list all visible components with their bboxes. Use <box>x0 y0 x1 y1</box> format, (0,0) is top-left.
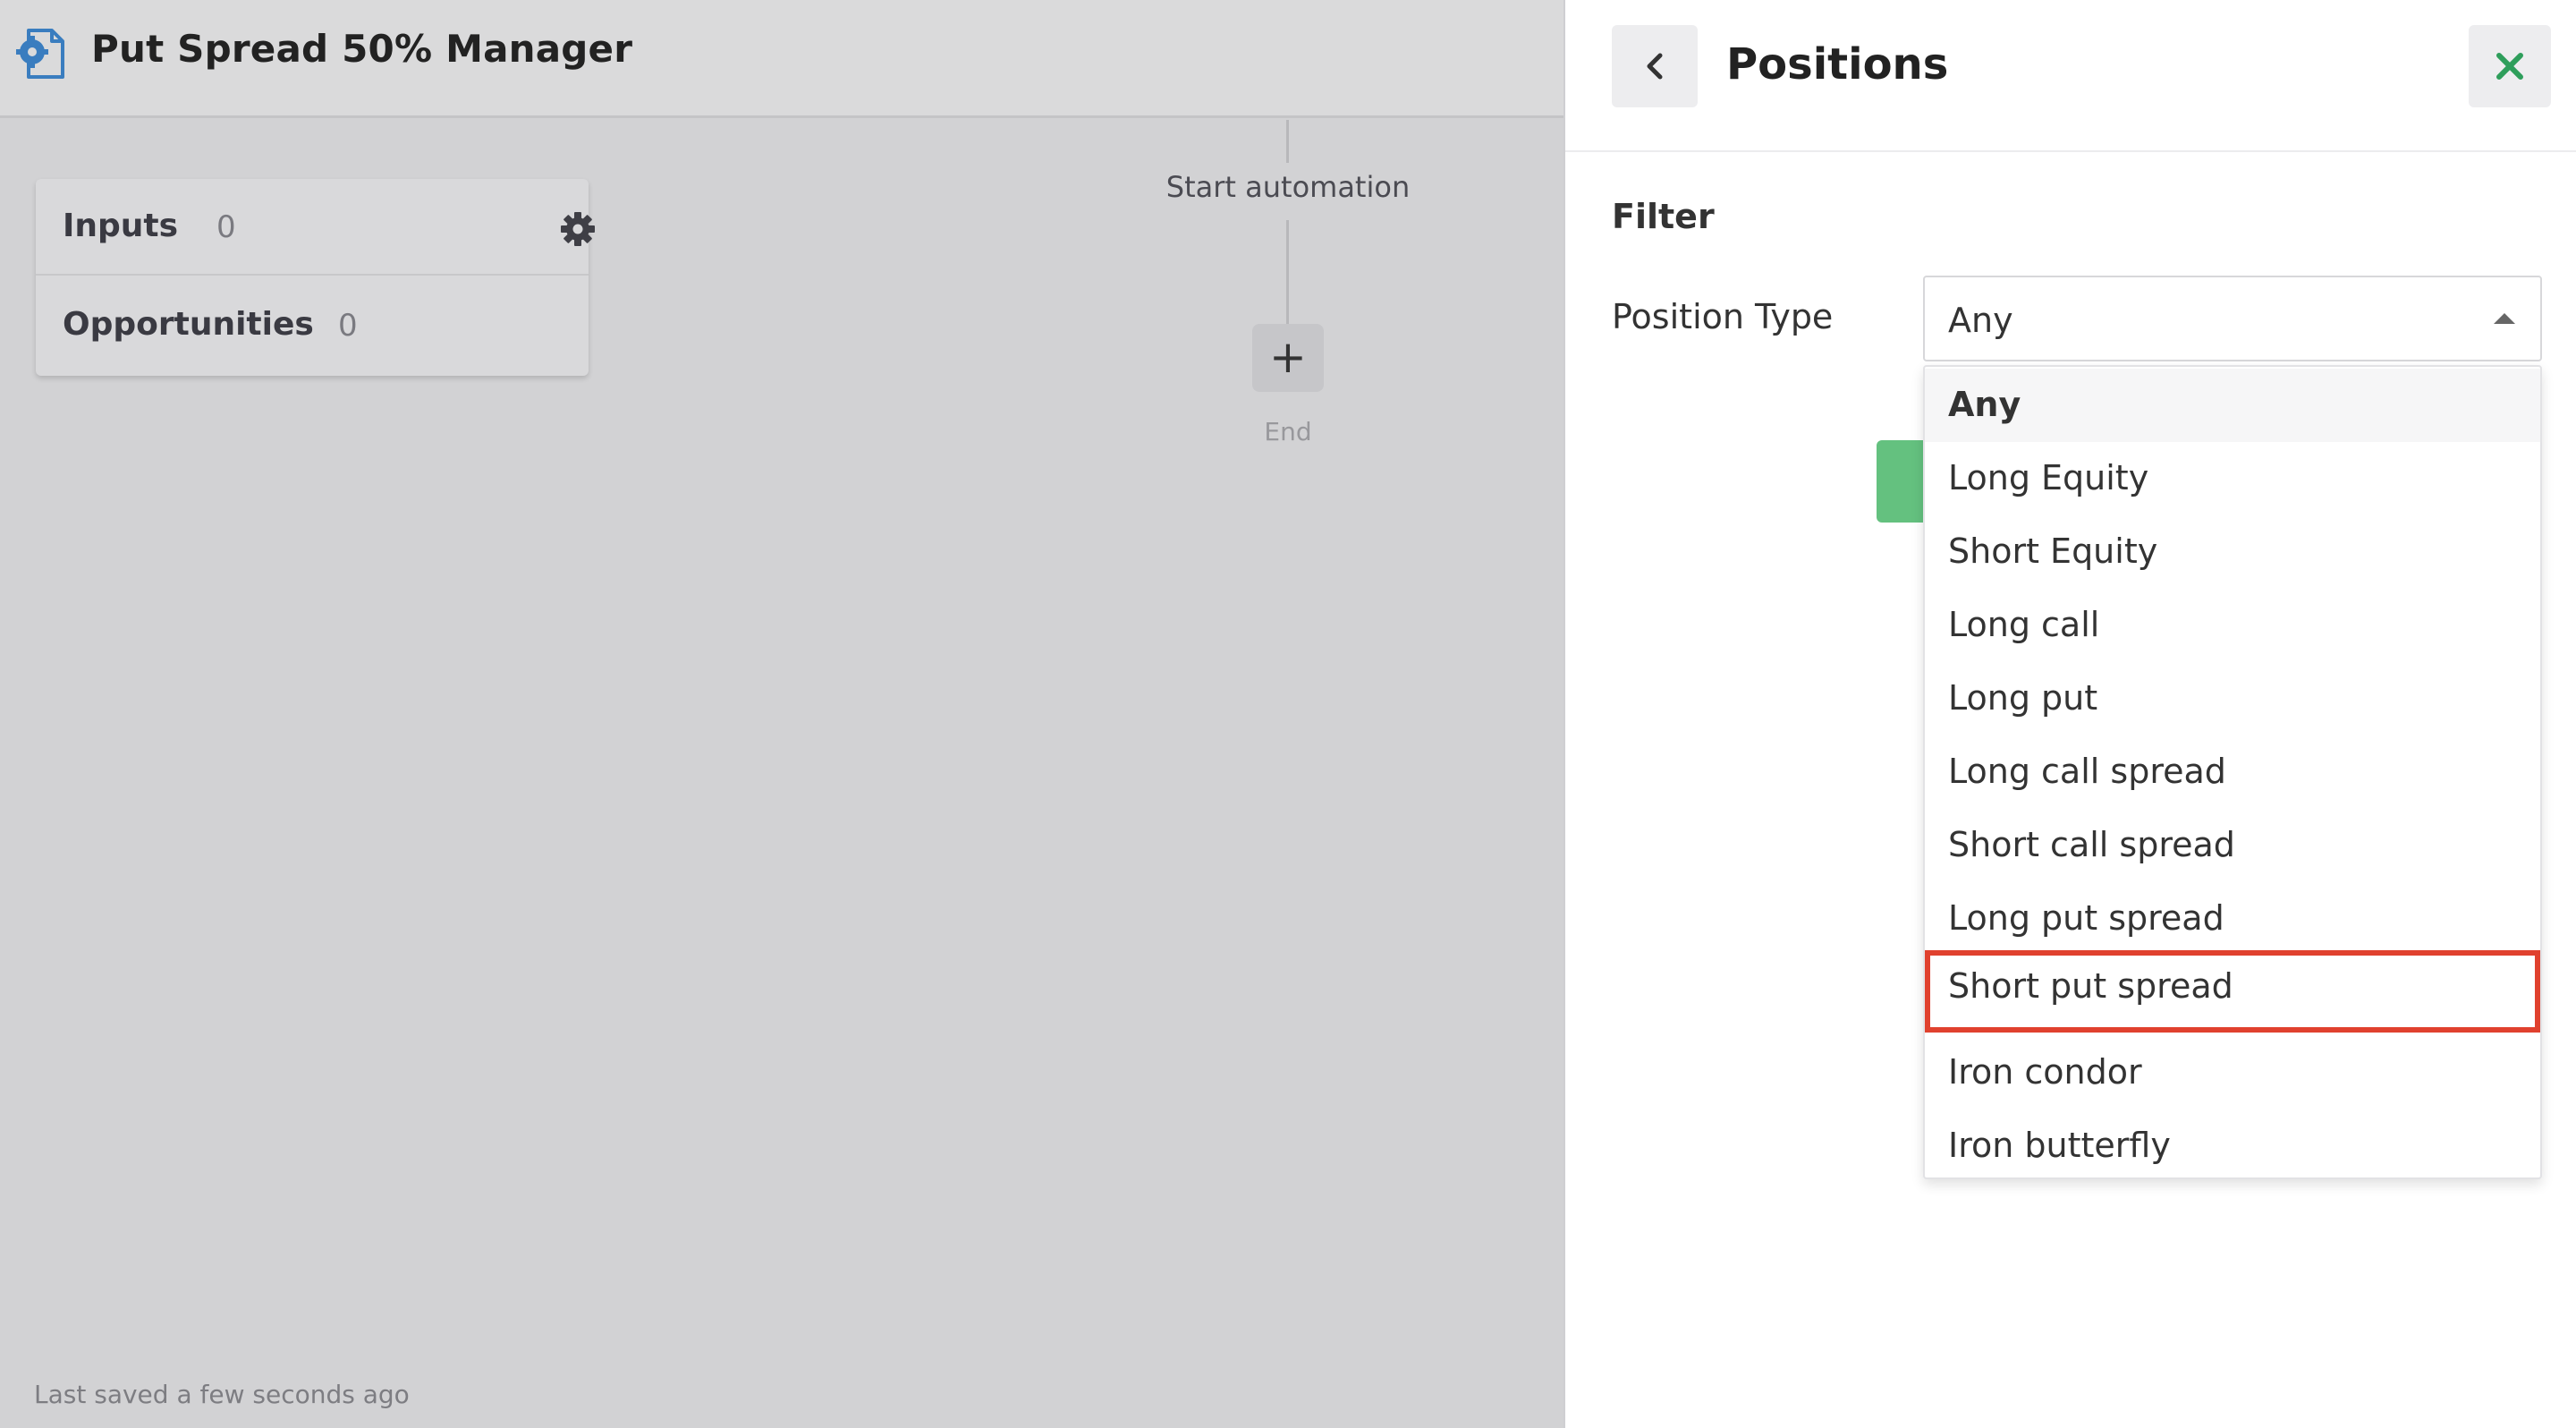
opportunities-count: 0 <box>338 308 358 344</box>
chevron-left-icon <box>1647 53 1663 80</box>
start-automation-label: Start automation <box>1165 170 1411 204</box>
option-iron-condor[interactable]: Iron condor <box>1925 1036 2540 1109</box>
panel-header: Positions <box>1565 0 2576 152</box>
position-type-selected-value: Any <box>1948 301 2013 340</box>
end-label: End <box>1264 417 1312 446</box>
inputs-count: 0 <box>216 209 236 245</box>
option-short-equity[interactable]: Short Equity <box>1925 515 2540 589</box>
positions-panel: Positions Filter Position Type Any Any L… <box>1563 0 2576 1428</box>
option-any[interactable]: Any <box>1925 369 2540 442</box>
position-type-label: Position Type <box>1612 297 1834 336</box>
option-long-put-spread[interactable]: Long put spread <box>1925 882 2540 956</box>
top-bar: Put Spread 50% Manager <box>0 0 1563 118</box>
automation-title[interactable]: Put Spread 50% Manager <box>91 27 632 71</box>
position-type-dropdown: Any Long Equity Short Equity Long call L… <box>1923 365 2542 1179</box>
inputs-row[interactable]: Inputs 0 <box>36 179 595 276</box>
back-button[interactable] <box>1612 25 1698 107</box>
gear-icon[interactable] <box>560 211 596 247</box>
automation-canvas: Put Spread 50% Manager Inputs 0 Opportun… <box>0 0 1563 1428</box>
position-type-select[interactable]: Any <box>1923 276 2542 361</box>
caret-up-icon <box>2494 313 2515 324</box>
flow-connector-top <box>1286 120 1289 163</box>
option-long-call[interactable]: Long call <box>1925 589 2540 662</box>
close-button[interactable] <box>2469 25 2551 107</box>
close-icon <box>2496 53 2523 80</box>
panel-title: Positions <box>1726 39 1949 89</box>
option-iron-butterfly[interactable]: Iron butterfly <box>1925 1109 2540 1183</box>
option-long-equity[interactable]: Long Equity <box>1925 442 2540 515</box>
flow-connector-middle <box>1286 220 1289 324</box>
inputs-label: Inputs <box>63 208 179 244</box>
opportunities-label: Opportunities <box>63 306 314 343</box>
option-long-call-spread[interactable]: Long call spread <box>1925 735 2540 809</box>
apply-button[interactable] <box>1877 440 1930 523</box>
filter-heading: Filter <box>1612 197 1715 236</box>
opportunities-row[interactable]: Opportunities 0 <box>36 277 589 374</box>
add-step-button[interactable]: + <box>1252 324 1324 392</box>
automation-doc-gear-icon <box>16 29 64 79</box>
option-short-call-spread[interactable]: Short call spread <box>1925 809 2540 882</box>
option-short-put-spread[interactable]: Short put spread <box>1925 950 2540 1033</box>
inputs-card: Inputs 0 Opportunities 0 <box>36 179 595 376</box>
last-saved-status: Last saved a few seconds ago <box>34 1380 410 1409</box>
option-long-put[interactable]: Long put <box>1925 662 2540 735</box>
